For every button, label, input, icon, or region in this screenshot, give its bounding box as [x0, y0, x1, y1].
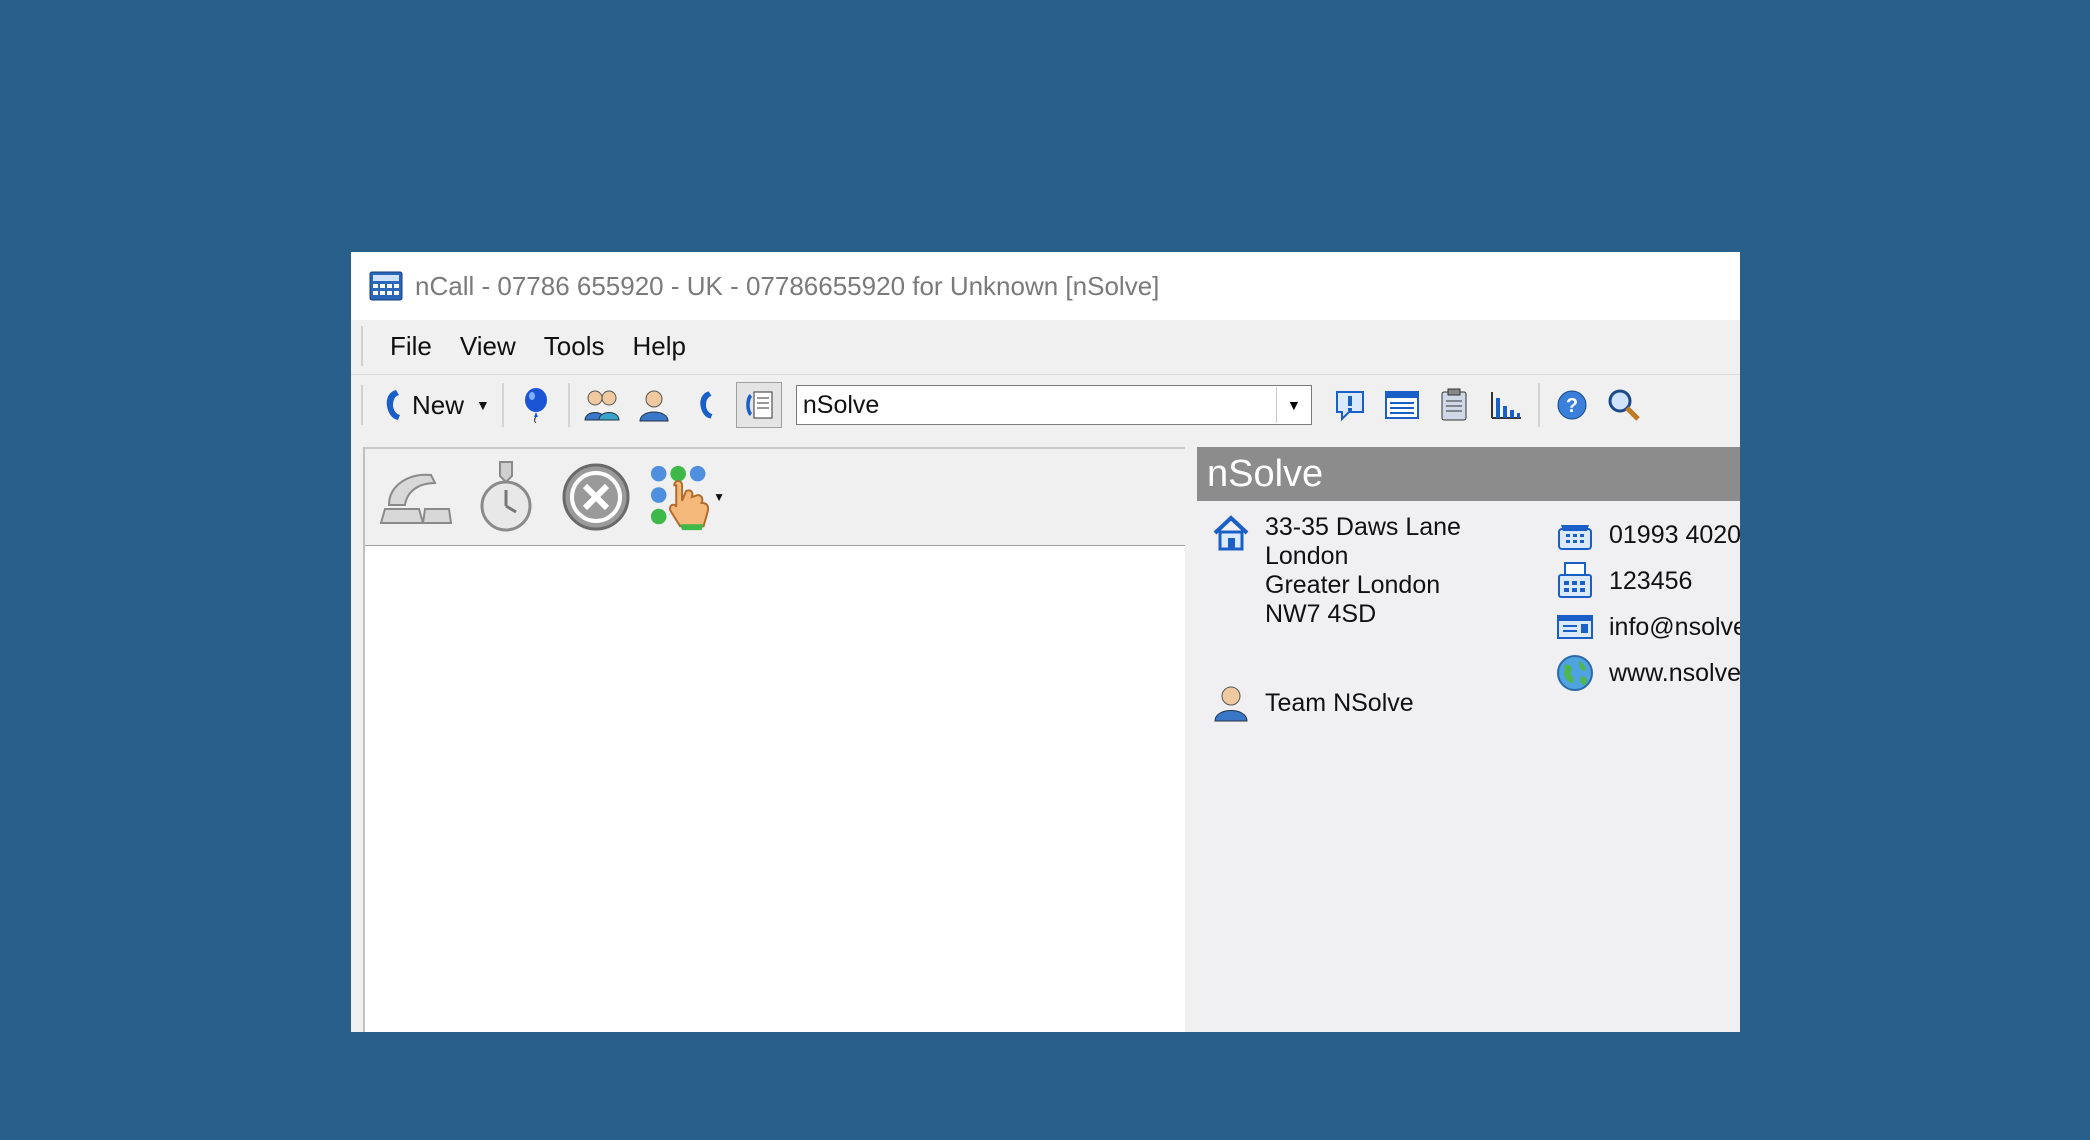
toolbar-grip — [361, 385, 366, 425]
call-notes-area[interactable] — [365, 546, 1185, 1032]
phone-hangup-icon — [379, 473, 453, 524]
menu-grip — [361, 326, 366, 366]
toolbar-separator — [501, 383, 504, 427]
bar-chart-icon — [1490, 392, 1521, 419]
contact-button[interactable] — [632, 383, 676, 427]
address-line-4: NW7 4SD — [1265, 600, 1377, 628]
ncall-window: nCall - 07786 655920 - UK - 07786655920 … — [351, 252, 1740, 1032]
company-website[interactable]: www.nsolve — [1609, 653, 1740, 693]
help-button[interactable]: ? — [1550, 383, 1594, 427]
app-calculator-icon — [369, 271, 403, 301]
clipboard-icon — [1441, 388, 1467, 421]
table-list-icon — [1384, 391, 1419, 419]
user-icon — [639, 390, 669, 422]
company-fax: 123456 — [1609, 567, 1693, 595]
balloon-icon — [524, 388, 547, 423]
call-button[interactable] — [684, 383, 728, 427]
contact-name[interactable]: Team NSolve — [1265, 683, 1414, 723]
menu-file[interactable]: File — [376, 331, 446, 362]
stopwatch-icon — [480, 461, 532, 532]
home-icon — [1213, 515, 1249, 551]
new-dropdown-caret[interactable]: ▼ — [476, 397, 490, 413]
phone-list-icon — [746, 391, 773, 419]
alert-message-icon — [1335, 391, 1364, 422]
alert-button[interactable] — [1328, 383, 1372, 427]
company-select[interactable]: nSolve ▼ — [795, 385, 1312, 425]
search-icon — [1608, 389, 1640, 421]
new-call-button[interactable]: New ▼ — [376, 388, 496, 422]
globe-icon — [1557, 655, 1593, 691]
help-icon: ? — [1557, 390, 1587, 420]
dialpad-button[interactable]: ▼ — [647, 458, 725, 536]
fax-icon — [1558, 562, 1592, 598]
list-view-button[interactable] — [1380, 383, 1424, 427]
email-row: info@nsolve — [1555, 607, 1740, 647]
company-address: 33-35 Daws Lane London Greater London NW… — [1265, 513, 1461, 629]
email-card-icon — [1557, 615, 1593, 639]
call-log-button[interactable] — [735, 382, 782, 428]
company-select-value: nSolve — [802, 390, 880, 419]
clipboard-button[interactable] — [1432, 383, 1476, 427]
call-pane: ▼ — [363, 447, 1185, 1032]
company-details-pane: nSolve 33-35 Daws Lane London Greater Lo… — [1197, 447, 1740, 1032]
toolbar-separator — [567, 383, 570, 427]
person-icon — [1214, 686, 1248, 722]
phone-row: 01993 4020 — [1555, 515, 1740, 555]
close-icon — [562, 463, 630, 531]
balloon-button[interactable] — [514, 383, 558, 427]
website-row: www.nsolve — [1555, 653, 1740, 693]
dialpad-dropdown-caret[interactable]: ▼ — [713, 490, 725, 504]
telephone-icon — [1558, 525, 1592, 550]
cancel-button[interactable] — [557, 458, 635, 536]
chevron-down-icon[interactable]: ▼ — [1275, 387, 1311, 423]
users-icon — [584, 390, 620, 421]
menu-bar: File View Tools Help — [351, 320, 1740, 372]
company-name-header: nSolve — [1197, 447, 1740, 501]
toolbar-separator — [1537, 383, 1540, 427]
search-button[interactable] — [1602, 383, 1646, 427]
svg-text:?: ? — [1566, 395, 1578, 417]
call-action-bar: ▼ — [365, 447, 1185, 548]
address-block: 33-35 Daws Lane London Greater London NW… — [1211, 513, 1461, 629]
menu-help[interactable]: Help — [619, 331, 700, 362]
menu-tools[interactable]: Tools — [530, 331, 619, 362]
contacts-button[interactable] — [580, 383, 624, 427]
phone-icon — [700, 391, 713, 419]
new-button-label: New — [412, 389, 465, 420]
menu-view[interactable]: View — [446, 331, 530, 362]
phone-handset-icon — [386, 390, 400, 420]
company-phone[interactable]: 01993 4020 — [1609, 515, 1740, 555]
company-email[interactable]: info@nsolve — [1609, 607, 1740, 647]
toolbar: New ▼ nSolve ▼ ? — [351, 374, 1740, 435]
reports-button[interactable] — [1484, 383, 1528, 427]
hangup-button[interactable] — [377, 458, 455, 536]
timer-button[interactable] — [467, 458, 545, 536]
address-line-2: London — [1265, 542, 1349, 570]
contact-row: Team NSolve — [1211, 683, 1414, 723]
address-line-1: 33-35 Daws Lane — [1265, 513, 1461, 541]
keypad-hand-icon — [650, 465, 710, 531]
title-bar: nCall - 07786 655920 - UK - 07786655920 … — [351, 252, 1740, 320]
address-line-3: Greater London — [1265, 571, 1441, 599]
window-title: nCall - 07786 655920 - UK - 07786655920 … — [415, 270, 1160, 301]
fax-row: 123456 — [1555, 561, 1692, 601]
